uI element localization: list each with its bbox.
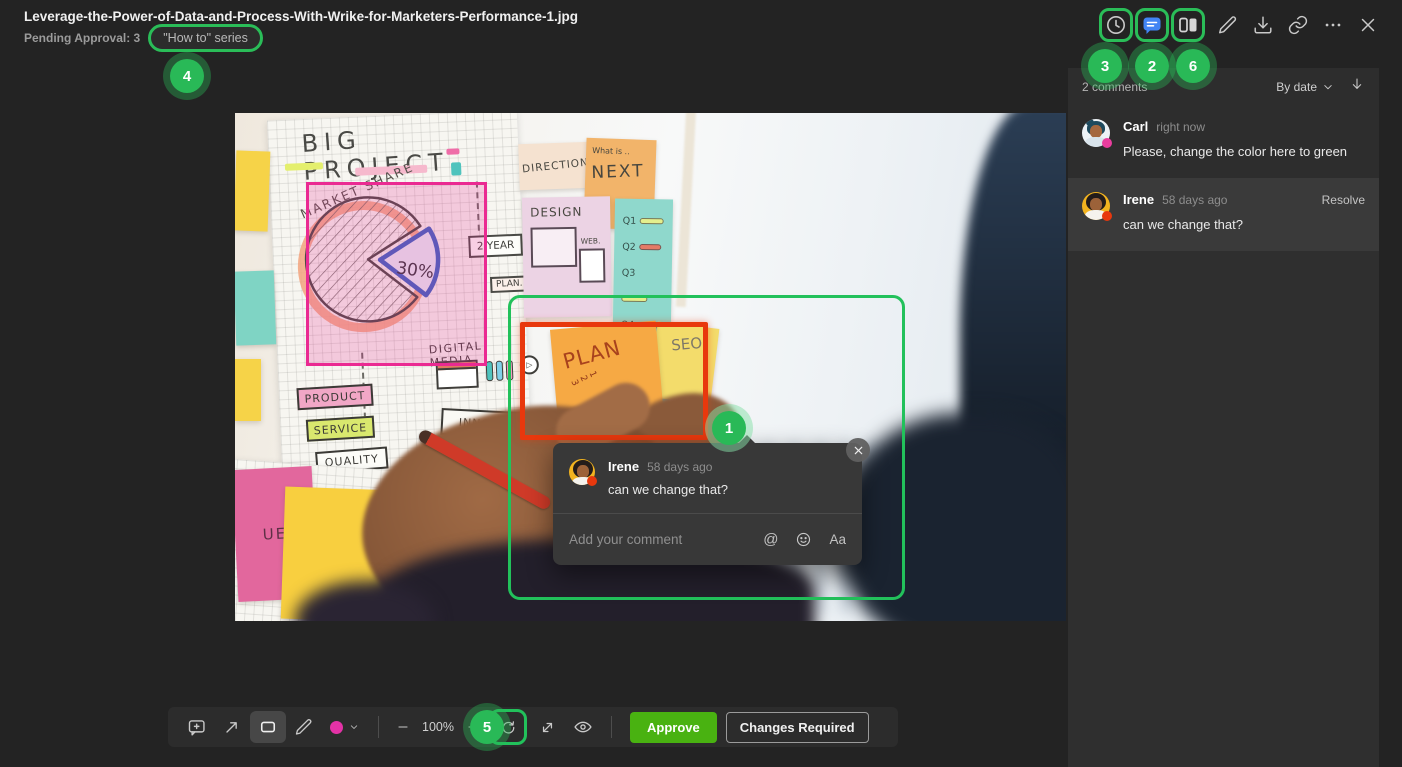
avatar-carl	[1082, 119, 1110, 147]
rectangle-tool[interactable]	[250, 711, 286, 743]
sticky-direction: DIRECTION	[518, 142, 594, 191]
resolve-button[interactable]: Resolve	[1322, 193, 1365, 207]
annotation-pink-rect[interactable]	[306, 182, 487, 366]
comment-text: can we change that?	[1123, 214, 1365, 235]
pencil-icon	[1217, 14, 1239, 36]
comment-author: Carl	[1123, 119, 1148, 134]
comment-time: right now	[1156, 120, 1205, 134]
callout-4: 4	[170, 59, 204, 93]
callout-6: 6	[1176, 49, 1210, 83]
approve-button[interactable]: Approve	[630, 712, 717, 743]
link-icon	[1287, 14, 1309, 36]
comment-item-irene[interactable]: Irene 58 days ago Resolve can we change …	[1068, 178, 1379, 251]
minus-icon	[396, 720, 410, 734]
sticky-teal-left	[235, 270, 276, 345]
avatar-irene	[1082, 192, 1110, 220]
status-dot	[1102, 211, 1112, 221]
proof-image-canvas[interactable]: BIG PROJECT 30% MARKET SHARE 2 YEAR PLAN…	[235, 113, 1066, 621]
text-format-icon[interactable]: Aa	[829, 532, 846, 547]
current-color-swatch	[330, 721, 343, 734]
popup-author: Irene	[608, 459, 639, 474]
compare-panel-button[interactable]	[1171, 8, 1205, 42]
status-dot	[587, 476, 597, 486]
comment-placeholder: Add your comment	[569, 532, 763, 547]
preview-button[interactable]	[565, 711, 601, 743]
expand-icon	[538, 718, 557, 737]
download-button[interactable]	[1249, 11, 1277, 39]
close-icon	[1357, 14, 1379, 36]
comment-input[interactable]: Add your comment @ Aa	[553, 514, 862, 565]
color-picker[interactable]	[322, 711, 368, 743]
product-box: PRODUCT	[296, 384, 373, 411]
popup-close-button[interactable]	[846, 438, 870, 462]
pen-tool[interactable]	[286, 711, 322, 743]
comment-time: 58 days ago	[1162, 193, 1227, 207]
photo-board-edge	[676, 113, 696, 307]
clock-icon	[1104, 13, 1128, 37]
comment-item-carl[interactable]: Carl right now Please, change the color …	[1068, 105, 1379, 178]
chevron-down-icon	[348, 721, 360, 733]
zoom-out-button[interactable]	[389, 711, 417, 743]
more-menu-button[interactable]	[1319, 11, 1347, 39]
proofing-viewer: Leverage-the-Power-of-Data-and-Process-W…	[0, 0, 1402, 767]
eye-icon	[573, 717, 593, 737]
toolbar-divider	[611, 716, 612, 738]
arrow-tool[interactable]	[214, 711, 250, 743]
chat-bubble-icon	[1140, 13, 1164, 37]
mention-icon[interactable]: @	[763, 531, 778, 548]
changes-required-button[interactable]: Changes Required	[726, 712, 869, 743]
split-view-icon	[1176, 13, 1200, 37]
arrow-icon	[222, 717, 242, 737]
add-comment-tool[interactable]	[178, 711, 214, 743]
emoji-icon[interactable]	[795, 531, 812, 548]
edit-button[interactable]	[1214, 11, 1242, 39]
comment-text: Please, change the color here to green	[1123, 141, 1365, 162]
pencil-icon	[294, 717, 314, 737]
comments-toggle-button[interactable]	[1135, 8, 1169, 42]
sticky-yellow-left2	[235, 359, 261, 421]
file-meta-row: Pending Approval: 3 "How to" series	[24, 23, 263, 53]
comments-panel: 2 comments By date Carl rig	[1068, 68, 1379, 767]
callout-1: 1	[712, 411, 746, 445]
series-badge[interactable]: "How to" series	[148, 24, 263, 52]
sort-dropdown[interactable]: By date	[1276, 80, 1335, 94]
status-dot	[1102, 138, 1112, 148]
rectangle-icon	[258, 717, 278, 737]
comment-plus-icon	[186, 717, 207, 738]
comment-popup: Irene 58 days ago can we change that? Ad…	[553, 443, 862, 565]
callout-2: 2	[1135, 49, 1169, 83]
header-actions	[1099, 8, 1382, 42]
callout-3: 3	[1088, 49, 1122, 83]
history-button[interactable]	[1099, 8, 1133, 42]
chevron-down-icon	[1321, 80, 1335, 94]
file-title: Leverage-the-Power-of-Data-and-Process-W…	[24, 9, 578, 24]
callout-5: 5	[470, 710, 504, 744]
zoom-level: 100%	[417, 720, 459, 734]
avatar-irene	[569, 459, 595, 485]
popup-text: can we change that?	[608, 479, 846, 500]
download-icon	[1252, 14, 1274, 36]
service-box: SERVICE	[306, 416, 375, 442]
sticky-yellow-left	[235, 150, 270, 231]
copy-link-button[interactable]	[1284, 11, 1312, 39]
comment-author: Irene	[1123, 192, 1154, 207]
fullscreen-button[interactable]	[529, 711, 565, 743]
close-viewer-button[interactable]	[1354, 11, 1382, 39]
sort-label: By date	[1276, 80, 1317, 94]
sort-direction-button[interactable]	[1349, 76, 1365, 97]
annotation-toolbar: 100% Approve Changes Required	[168, 707, 898, 747]
close-icon	[853, 445, 864, 456]
ellipsis-icon	[1322, 14, 1344, 36]
pending-approval-label: Pending Approval: 3	[24, 31, 140, 45]
arrow-down-icon	[1349, 76, 1365, 92]
toolbar-divider	[378, 716, 379, 738]
popup-time: 58 days ago	[647, 460, 712, 474]
